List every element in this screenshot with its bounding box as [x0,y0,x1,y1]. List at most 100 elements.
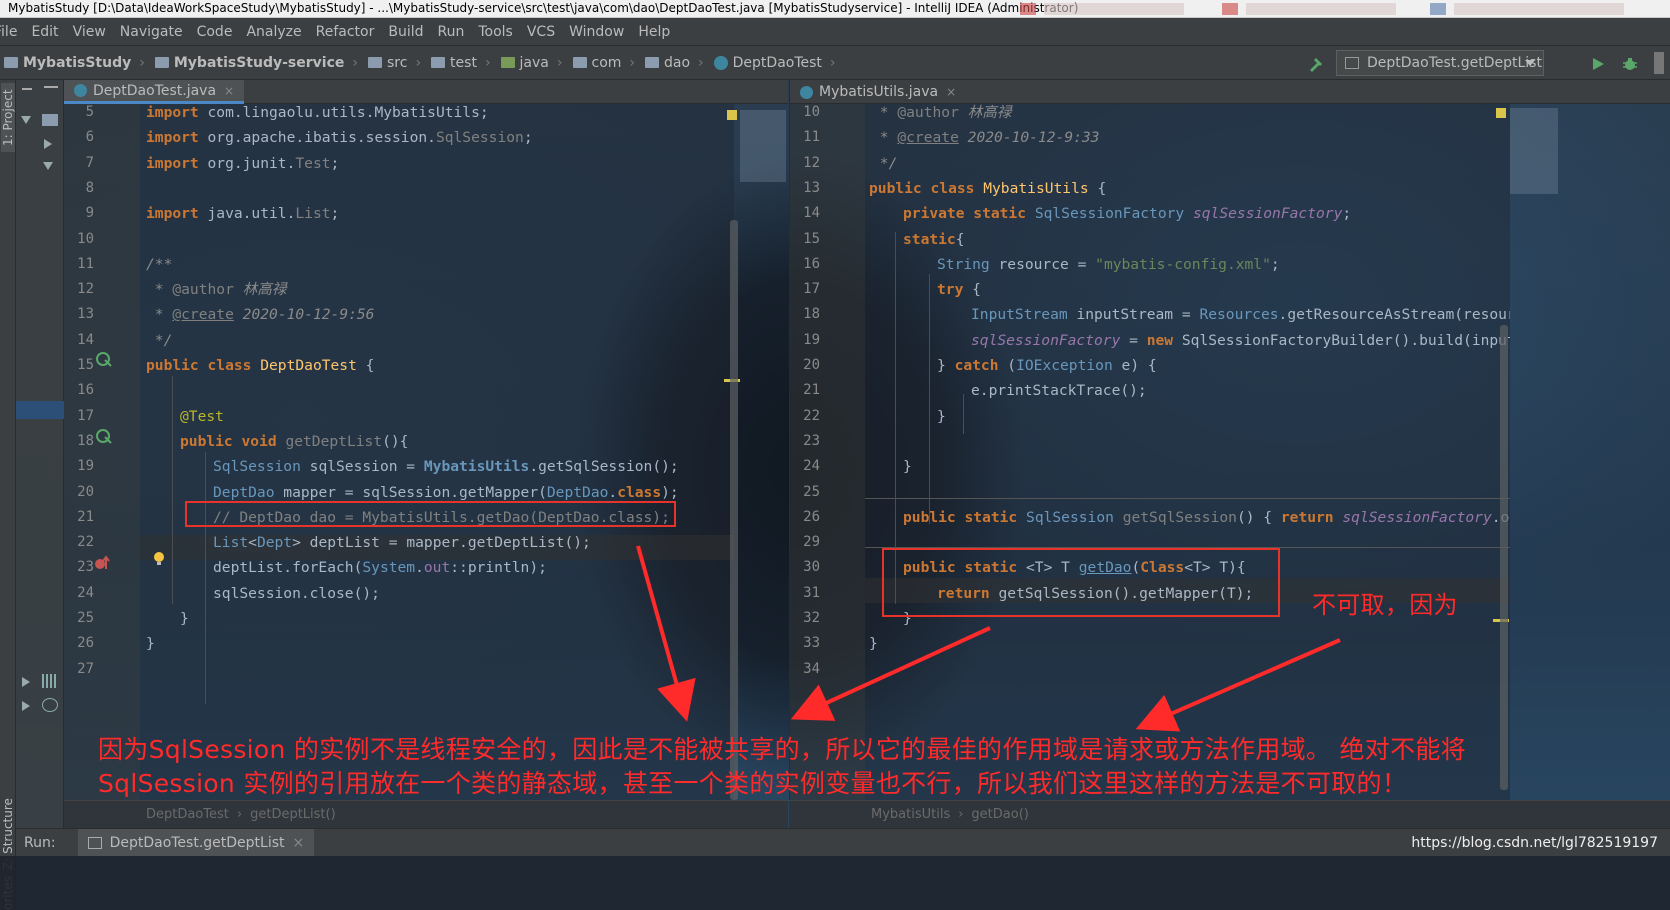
breadcrumb-method[interactable]: getDeptList() [250,807,336,822]
code-line[interactable]: public static SqlSession getSqlSession()… [903,505,1510,530]
breadcrumb-src[interactable]: src › [358,55,421,71]
menu-analyze[interactable]: Analyze [240,24,309,40]
close-icon[interactable]: × [224,84,234,98]
breadcrumb-label: test [450,54,477,71]
breadcrumb-test[interactable]: test › [421,55,491,71]
code-line[interactable]: */ [871,151,898,176]
right-code-area[interactable]: * @author 林高禄 * @create 2020-10-12-9:33 … [865,104,1510,800]
tab-label: MybatisUtils.java [819,84,939,100]
line-number: 11 [77,255,94,272]
code-line[interactable]: @Test [180,404,224,429]
project-folder-icon [4,57,18,68]
menu-vcs[interactable]: VCS [521,24,563,40]
run-tab[interactable]: DeptDaoTest.getDeptList × [77,828,315,857]
breadcrumb-class[interactable]: DeptDaoTest [146,807,229,822]
right-editor-gutter: 10 11 12 13 14 15 16 17 18 19 20 21 22 23 24 25 26 29 30 31… [789,104,865,800]
menu-view[interactable]: View [67,24,114,40]
code-line[interactable]: private static SqlSessionFactory sqlSess… [903,201,1351,226]
code-line[interactable]: import org.junit.Test; [146,151,339,176]
lightbulb-icon[interactable] [152,551,166,567]
menu-code[interactable]: Code [191,24,241,40]
code-line[interactable]: deptList.forEach(System.out::println); [213,555,547,580]
code-line[interactable]: } [869,631,878,656]
menu-run[interactable]: Run [432,24,473,40]
code-line[interactable]: import java.util.List; [146,201,339,226]
triangle-right-icon[interactable] [20,700,32,712]
breadcrumb-com[interactable]: com › [563,55,635,71]
minimize-icon[interactable] [44,86,58,88]
code-line[interactable]: e.printStackTrace(); [971,378,1147,403]
code-line[interactable]: import org.apache.ibatis.session.SqlSess… [146,125,533,150]
breadcrumb-dao[interactable]: dao › [635,55,704,71]
code-line[interactable]: try { [937,277,981,302]
build-hammer-icon[interactable] [1308,56,1324,72]
code-line[interactable]: String resource = "mybatis-config.xml"; [937,252,1280,277]
triangle-down-icon[interactable] [42,160,54,172]
code-line[interactable]: /** [146,252,172,277]
collapse-icon[interactable] [22,88,32,90]
code-line[interactable]: } [180,606,189,631]
right-scrollbar[interactable] [1500,325,1508,790]
menu-help[interactable]: Help [632,24,678,40]
code-line[interactable]: * @author 林高禄 [146,277,287,302]
right-minimap[interactable] [1510,108,1558,194]
selected-tree-row[interactable] [16,401,64,419]
breakpoint-override-icon[interactable] [94,555,112,571]
breadcrumb-project[interactable]: MybatisStudy › [0,55,145,71]
run-test-class-icon[interactable] [96,351,112,367]
watermark: https://blog.csdn.net/lgl782519197 [1411,834,1658,851]
run-config-icon [1345,57,1359,69]
code-line[interactable]: * @create 2020-10-12-9:56 [146,302,375,327]
code-line[interactable]: import com.lingaolu.utils.MybatisUtils; [146,104,489,125]
close-icon[interactable]: × [946,85,956,99]
line-number: 7 [85,154,94,171]
class-icon [74,84,87,97]
menu-build[interactable]: Build [382,24,431,40]
code-line[interactable]: * @author 林高禄 [871,104,1012,125]
menu-refactor[interactable]: Refactor [310,24,383,40]
code-line[interactable]: } [937,404,946,429]
code-line[interactable]: sqlSessionFactory = new SqlSessionFactor… [971,328,1510,353]
line-number: 14 [803,205,820,222]
menu-window[interactable]: Window [563,24,632,40]
code-line[interactable]: InputStream inputStream = Resources.getR… [971,302,1510,327]
left-scrollbar[interactable] [730,220,738,800]
code-line[interactable]: public class MybatisUtils { [869,176,1106,201]
code-line[interactable]: SqlSession sqlSession = MybatisUtils.get… [213,454,679,479]
project-tool-tab[interactable]: 1: Project [1,83,15,152]
code-line[interactable]: List<Dept> deptList = mapper.getDeptList… [213,530,591,555]
run-label: Run: [24,834,56,851]
triangle-down-icon[interactable] [20,114,32,126]
warning-marker-icon[interactable] [1496,108,1506,118]
code-line[interactable]: */ [146,328,173,353]
run-test-method-icon[interactable] [96,428,112,444]
code-line[interactable]: * @create 2020-10-12-9:33 [871,125,1100,150]
breadcrumb-java[interactable]: java › [491,55,563,71]
triangle-right-icon[interactable] [42,138,54,150]
left-minimap[interactable] [740,110,786,182]
breadcrumb-class[interactable]: MybatisUtils [871,807,950,822]
left-code-area[interactable]: import com.lingaolu.utils.MybatisUtils; i… [140,104,734,800]
menu-tools[interactable]: Tools [472,24,521,40]
code-line[interactable]: public class DeptDaoTest { [146,353,374,378]
menu-edit[interactable]: Edit [25,24,66,40]
debug-icon[interactable] [1622,56,1638,72]
breadcrumb-module[interactable]: MybatisStudy-service › [145,55,358,71]
code-line[interactable]: } [146,631,155,656]
code-line[interactable]: public void getDeptList(){ [180,429,408,454]
run-configuration-selector[interactable]: DeptDaoTest.getDeptList [1336,50,1544,76]
run-icon[interactable] [1590,56,1606,72]
close-icon[interactable]: × [293,835,305,851]
line-number: 12 [803,154,820,171]
menu-file[interactable]: File [0,24,25,40]
breadcrumb-class[interactable]: DeptDaoTest › [704,55,836,71]
warning-marker-icon[interactable] [727,110,737,120]
code-line[interactable]: } [903,454,912,479]
overflow-icon[interactable] [1654,52,1664,74]
menu-navigate[interactable]: Navigate [114,24,191,40]
triangle-right-icon[interactable] [20,676,32,688]
code-line[interactable]: } catch (IOException e) { [937,353,1157,378]
breadcrumb-method[interactable]: getDao() [971,807,1028,822]
code-line[interactable]: sqlSession.close(); [213,581,380,606]
code-line[interactable]: static{ [903,227,965,252]
